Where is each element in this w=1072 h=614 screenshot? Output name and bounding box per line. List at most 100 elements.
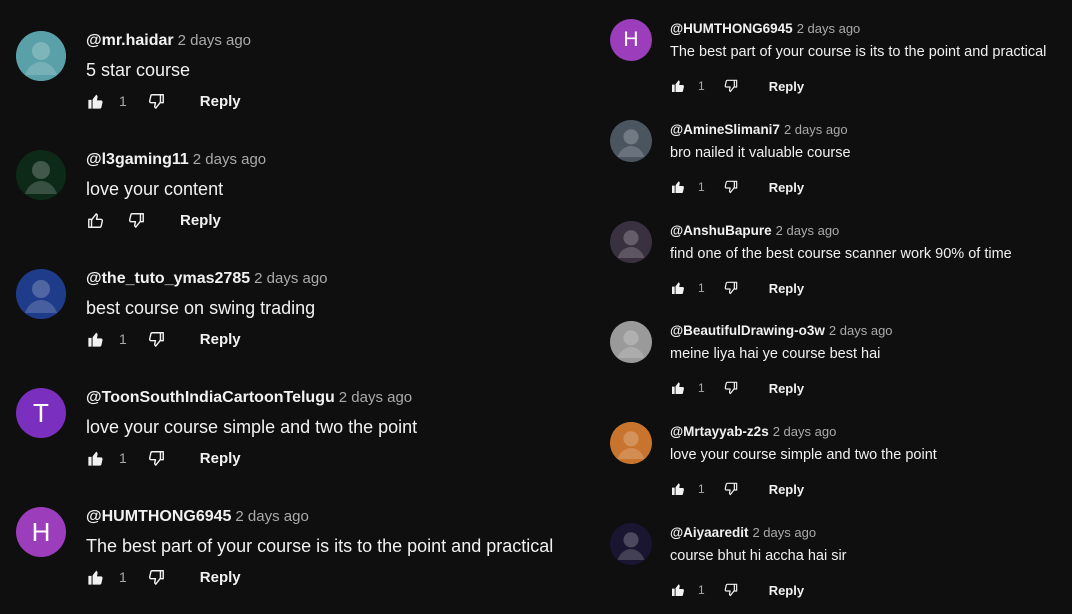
comment-text: best course on swing trading (86, 298, 316, 318)
comment-header: @Aiyaaredit 2 days ago (670, 525, 816, 540)
timestamp[interactable]: 2 days ago (784, 122, 848, 137)
like-button[interactable] (670, 78, 686, 94)
timestamp[interactable]: 2 days ago (178, 32, 251, 49)
timestamp[interactable]: 2 days ago (776, 223, 840, 238)
like-button[interactable] (86, 449, 105, 468)
author-name[interactable]: @l3gaming11 (86, 151, 189, 168)
like-button[interactable] (670, 582, 686, 598)
comment-actions: 1 Reply (670, 77, 804, 95)
author-name[interactable]: @ToonSouthIndiaCartoonTelugu (86, 389, 335, 406)
avatar-letter: H (31, 516, 51, 547)
like-button[interactable] (86, 568, 105, 587)
like-button[interactable] (670, 179, 686, 195)
comment-header: @the_tuto_ymas2785 2 days ago (86, 270, 328, 288)
avatar[interactable] (16, 269, 66, 319)
avatar[interactable] (610, 523, 652, 565)
timestamp[interactable]: 2 days ago (797, 21, 861, 36)
thumbs-up-icon (86, 92, 105, 111)
dislike-button[interactable] (147, 449, 166, 468)
avatar[interactable] (610, 321, 652, 363)
like-button[interactable] (86, 211, 105, 230)
reply-button[interactable]: Reply (769, 79, 804, 94)
reply-button[interactable]: Reply (200, 93, 241, 110)
timestamp[interactable]: 2 days ago (752, 525, 816, 540)
thumbs-down-icon (127, 211, 146, 230)
comment-actions: 1 Reply (670, 279, 804, 297)
timestamp[interactable]: 2 days ago (254, 270, 327, 287)
comment-header: @mr.haidar 2 days ago (86, 32, 251, 50)
author-name[interactable]: @the_tuto_ymas2785 (86, 270, 250, 287)
like-button[interactable] (86, 330, 105, 349)
comment-header: @l3gaming11 2 days ago (86, 151, 266, 169)
timestamp[interactable]: 2 days ago (193, 151, 266, 168)
dislike-button[interactable] (723, 481, 739, 497)
like-button[interactable] (86, 92, 105, 111)
comment-header: @AnshuBapure 2 days ago (670, 223, 839, 238)
dislike-button[interactable] (723, 280, 739, 296)
author-name[interactable]: @Mrtayyab-z2s (670, 424, 769, 439)
author-name[interactable]: @AnshuBapure (670, 223, 772, 238)
reply-button[interactable]: Reply (200, 331, 241, 348)
timestamp[interactable]: 2 days ago (235, 508, 308, 525)
avatar-letter: T (33, 397, 49, 428)
comment-actions: 1 Reply (86, 447, 241, 469)
reply-button[interactable]: Reply (769, 583, 804, 598)
reply-button[interactable]: Reply (769, 180, 804, 195)
author-name[interactable]: @mr.haidar (86, 32, 174, 49)
person-photo-avatar-icon (610, 422, 652, 464)
avatar[interactable] (610, 221, 652, 263)
comment-text: love your course simple and two the poin… (86, 417, 418, 437)
dislike-button[interactable] (147, 330, 166, 349)
thumbs-down-icon (723, 582, 739, 598)
dislike-button[interactable] (147, 568, 166, 587)
comment-actions: 1 Reply (670, 480, 804, 498)
like-button[interactable] (670, 280, 686, 296)
reply-button[interactable]: Reply (769, 482, 804, 497)
like-count: 1 (698, 180, 705, 194)
dislike-button[interactable] (723, 582, 739, 598)
like-count: 1 (698, 482, 705, 496)
timestamp[interactable]: 2 days ago (339, 389, 412, 406)
avatar[interactable] (610, 120, 652, 162)
dislike-button[interactable] (723, 179, 739, 195)
comment-actions: 1 Reply (670, 178, 804, 196)
reply-button[interactable]: Reply (769, 381, 804, 396)
thumbs-up-icon (86, 568, 105, 587)
thumbs-down-icon (147, 92, 166, 111)
like-count: 1 (119, 569, 127, 585)
avatar[interactable]: T (16, 388, 66, 438)
reply-button[interactable]: Reply (200, 450, 241, 467)
avatar[interactable]: H (16, 507, 66, 557)
author-name[interactable]: @HUMTHONG6945 (670, 21, 793, 36)
thumbs-up-icon (670, 78, 686, 94)
author-name[interactable]: @BeautifulDrawing-o3w (670, 323, 825, 338)
timestamp[interactable]: 2 days ago (773, 424, 837, 439)
author-name[interactable]: @AmineSlimani7 (670, 122, 780, 137)
avatar[interactable] (610, 422, 652, 464)
dislike-button[interactable] (127, 211, 146, 230)
comment-actions: Reply (86, 209, 221, 231)
comment-text: love your course simple and two the poin… (670, 447, 937, 463)
avatar[interactable] (16, 150, 66, 200)
author-name[interactable]: @Aiyaaredit (670, 525, 748, 540)
avatar[interactable]: H (610, 19, 652, 61)
author-name[interactable]: @HUMTHONG6945 (86, 508, 231, 525)
reply-button[interactable]: Reply (180, 212, 221, 229)
timestamp[interactable]: 2 days ago (829, 323, 893, 338)
comments-section: @mr.haidar 2 days ago 5 star course 1 Reply @… (0, 0, 1072, 614)
like-button[interactable] (670, 380, 686, 396)
like-count: 1 (119, 331, 127, 347)
reply-button[interactable]: Reply (769, 281, 804, 296)
comment-actions: 1 Reply (670, 379, 804, 397)
dislike-button[interactable] (147, 92, 166, 111)
dislike-button[interactable] (723, 78, 739, 94)
avatar[interactable] (16, 31, 66, 81)
gaming-logo-avatar-icon (16, 150, 66, 200)
like-button[interactable] (670, 481, 686, 497)
dislike-button[interactable] (723, 380, 739, 396)
reply-button[interactable]: Reply (200, 569, 241, 586)
thumbs-down-icon (723, 280, 739, 296)
thumbs-up-icon (86, 211, 105, 230)
emblem-avatar-icon (610, 221, 652, 263)
thumbs-up-icon (670, 280, 686, 296)
